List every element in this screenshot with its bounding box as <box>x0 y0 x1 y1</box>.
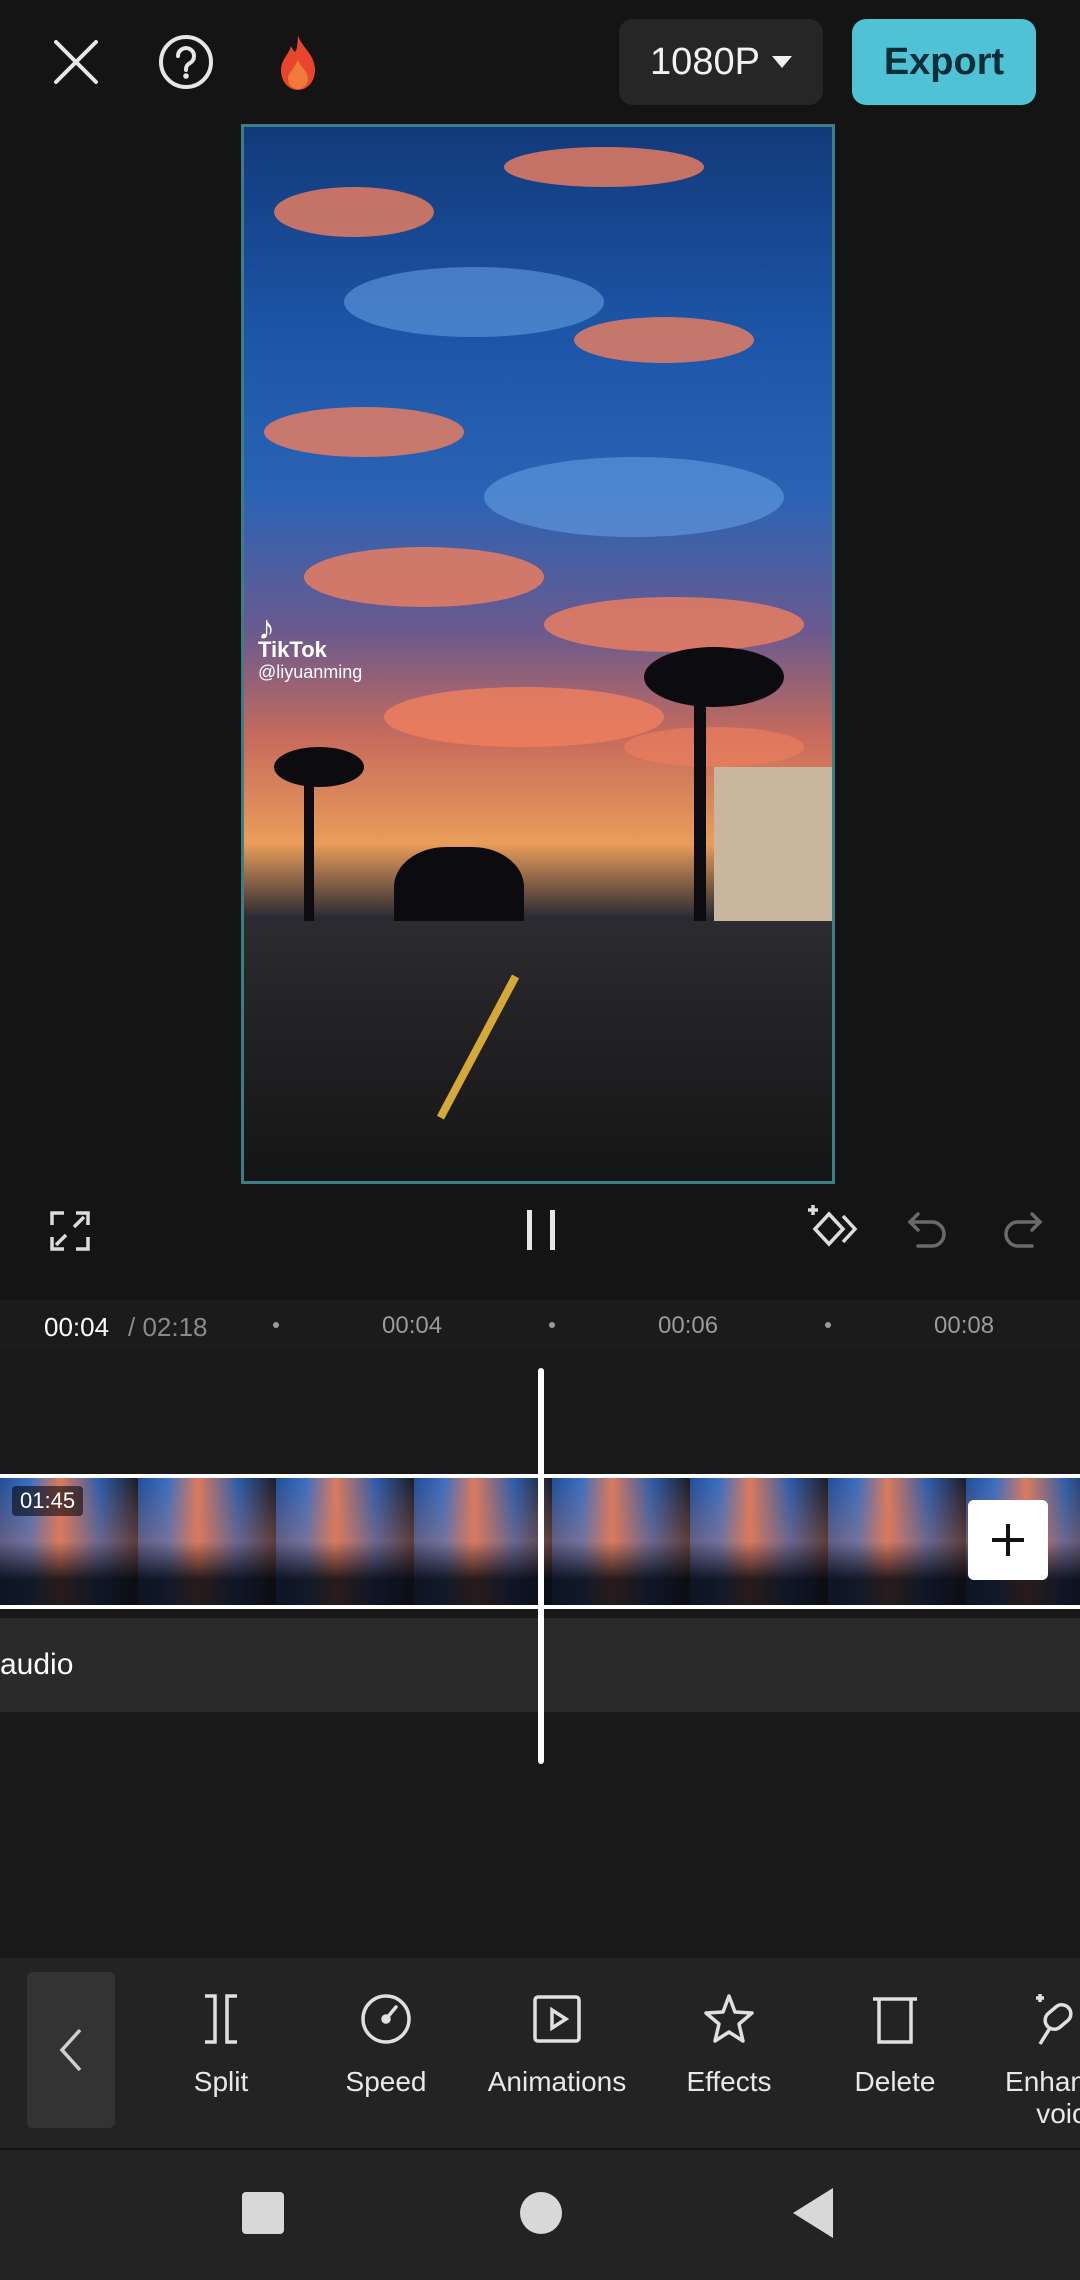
ruler-tick: 00:04 <box>382 1312 443 1339</box>
preview-controls <box>0 1185 1080 1305</box>
keyframe-icon[interactable] <box>800 1197 864 1261</box>
split-icon <box>199 1990 243 2048</box>
flame-icon[interactable] <box>262 26 334 98</box>
chevron-down-icon <box>771 56 792 68</box>
enhance-voice-icon <box>990 1990 1080 2048</box>
chevron-left-icon <box>59 2028 82 2072</box>
speed-icon <box>359 1990 413 2048</box>
help-icon[interactable] <box>150 26 222 98</box>
animations-tool[interactable]: Animations <box>482 1990 632 2098</box>
clip-duration: 01:45 <box>12 1486 84 1516</box>
undo-icon[interactable] <box>898 1201 956 1259</box>
total-time: / 02:18 <box>128 1312 208 1342</box>
ruler-dot <box>825 1322 831 1328</box>
playhead[interactable] <box>538 1368 544 1764</box>
video-preview[interactable]: ♪ TikTok @liyuanming <box>241 124 835 1184</box>
export-button[interactable]: Export <box>852 19 1036 105</box>
plus-icon <box>992 1524 1024 1556</box>
ruler-tick: 00:08 <box>934 1312 995 1339</box>
ruler-tick: 00:06 <box>658 1312 719 1339</box>
toolbar-back-button[interactable] <box>27 1972 115 2128</box>
system-nav-bar <box>0 2150 1080 2280</box>
audio-track-label: audio <box>0 1648 74 1681</box>
resolution-dropdown[interactable]: 1080P <box>619 19 823 105</box>
tool-label: Effects <box>686 2066 772 2097</box>
top-bar: 1080P Export <box>0 0 1080 125</box>
watermark-handle: @liyuanming <box>258 662 363 682</box>
tool-label: Split <box>193 2066 249 2097</box>
tiktok-logo-icon: ♪ <box>258 609 275 647</box>
effects-tool[interactable]: Effects <box>654 1990 804 2098</box>
watermark-brand: TikTok <box>258 637 327 662</box>
ruler-dot <box>549 1322 555 1328</box>
current-time: 00:04 <box>44 1312 110 1342</box>
speed-tool[interactable]: Speed <box>311 1990 461 2098</box>
tool-label: Enhan voic <box>1005 2066 1080 2129</box>
split-tool[interactable]: Split <box>146 1990 296 2098</box>
close-icon[interactable] <box>40 26 112 98</box>
tool-label: Delete <box>854 2066 936 2097</box>
delete-tool[interactable]: Delete <box>820 1990 970 2098</box>
add-clip-button[interactable] <box>968 1500 1048 1580</box>
tiktok-watermark: ♪ TikTok @liyuanming <box>258 609 363 683</box>
redo-icon[interactable] <box>994 1201 1052 1259</box>
recents-icon[interactable] <box>242 2192 284 2234</box>
animations-icon <box>532 1990 582 2048</box>
tool-label: Speed <box>345 2066 427 2097</box>
fullscreen-icon[interactable] <box>42 1203 98 1259</box>
back-icon[interactable] <box>793 2188 833 2238</box>
effects-icon <box>702 1990 756 2048</box>
delete-icon <box>871 1990 919 2048</box>
pause-icon[interactable] <box>510 1199 572 1261</box>
resolution-label: 1080P <box>650 40 760 83</box>
tool-label: Animations <box>487 2066 627 2097</box>
home-icon[interactable] <box>520 2192 562 2234</box>
enhance-voice-tool[interactable]: Enhan voic <box>990 1990 1080 2130</box>
ruler-dot <box>273 1322 279 1328</box>
